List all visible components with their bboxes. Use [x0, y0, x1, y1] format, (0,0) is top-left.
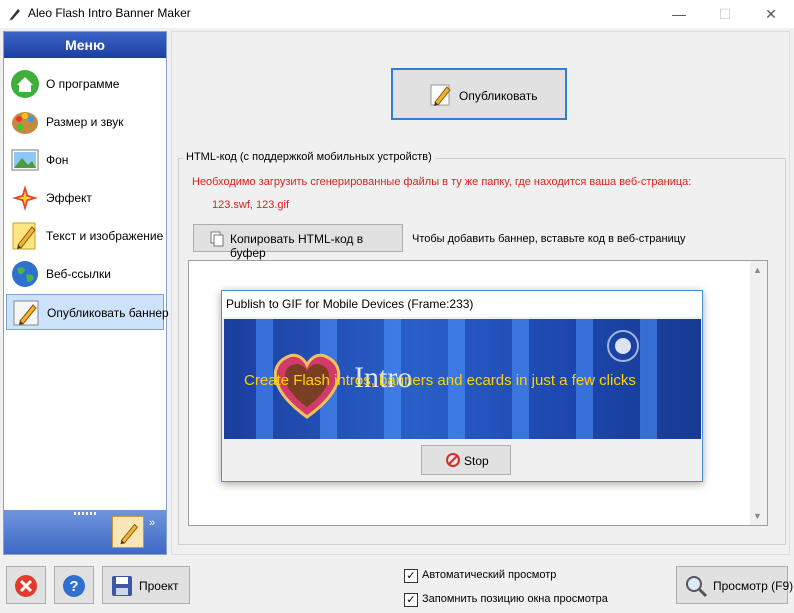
bubble-image [607, 330, 639, 362]
stop-icon [446, 453, 460, 467]
sidebar-menu: Меню О программе Размер и звук Фон Эффек… [3, 31, 169, 555]
resize-grip[interactable] [74, 512, 98, 515]
checkbox-checked-icon: ✓ [404, 569, 418, 583]
dialog-title: Publish to GIF for Mobile Devices (Frame… [226, 297, 474, 311]
banner-caption: Create Flash intros, banners and ecards … [244, 372, 636, 389]
files-list: 123.swf, 123.gif [212, 199, 290, 211]
close-button[interactable]: ✕ [748, 0, 794, 28]
sidebar-item-label: Эффект [46, 191, 92, 205]
globe-icon [12, 261, 38, 287]
stop-button-label: Stop [464, 454, 489, 468]
project-button-label: Проект [139, 579, 179, 593]
preview-button-label: Просмотр (F9) [713, 579, 794, 593]
publish-icon [13, 300, 39, 326]
gif-publish-dialog: Publish to GIF for Mobile Devices (Frame… [221, 290, 703, 482]
sidebar-footer: » [4, 510, 166, 554]
auto-preview-label: Автоматический просмотр [422, 569, 557, 581]
dialog-title-bar: Publish to GIF for Mobile Devices (Frame… [222, 291, 702, 317]
sparkle-icon [12, 185, 38, 211]
scroll-up-icon[interactable]: ▲ [753, 265, 762, 275]
copy-html-button[interactable]: Копировать HTML-код в буфер [193, 224, 403, 260]
sidebar-item-label: Веб-ссылки [46, 267, 111, 281]
sidebar-item-text-image[interactable]: Текст и изображение [6, 218, 164, 254]
palette-icon [12, 112, 38, 134]
save-icon [112, 576, 132, 596]
upload-warning: Необходимо загрузить сгенерированные фай… [192, 176, 692, 188]
stop-button[interactable]: Stop [421, 445, 511, 475]
scroll-down-icon[interactable]: ▼ [753, 511, 762, 521]
copy-html-button-label: Копировать HTML-код в буфер [230, 232, 364, 260]
sidebar-item-background[interactable]: Фон [6, 142, 164, 178]
close-circle-icon [15, 575, 37, 597]
html-code-group-title: HTML-код (с поддержкой мобильных устройс… [183, 151, 435, 163]
magnifier-icon [686, 576, 708, 598]
banner-preview: Intro Create Flash intros, banners and e… [224, 319, 701, 439]
help-icon: ? [63, 575, 85, 597]
sidebar-item-about[interactable]: О программе [6, 66, 164, 102]
sidebar-item-web-links[interactable]: Веб-ссылки [6, 256, 164, 292]
minimize-button[interactable]: — [656, 0, 702, 28]
title-bar: Aleo Flash Intro Banner Maker — ☐ ✕ [0, 0, 794, 28]
app-icon [9, 9, 20, 21]
maximize-button[interactable]: ☐ [702, 0, 748, 28]
preview-button[interactable]: Просмотр (F9) [676, 566, 793, 604]
sidebar-item-label: Размер и звук [46, 115, 124, 129]
sidebar-item-publish-banner[interactable]: Опубликовать баннер [6, 294, 169, 330]
remember-position-label: Запомнить позицию окна просмотра [422, 593, 608, 605]
menu-header: Меню [4, 32, 166, 58]
sidebar-item-effect[interactable]: Эффект [6, 180, 164, 216]
sidebar-item-label: Текст и изображение [46, 229, 164, 243]
publish-button-label: Опубликовать [459, 89, 538, 103]
home-icon [11, 70, 39, 98]
exit-button[interactable] [6, 566, 46, 604]
project-button[interactable]: Проект [102, 566, 190, 604]
window-title: Aleo Flash Intro Banner Maker [28, 6, 191, 20]
copy-hint: Чтобы добавить баннер, вставьте код в ве… [412, 233, 686, 245]
sidebar-item-label: Фон [46, 153, 69, 167]
sidebar-item-label: Опубликовать баннер [47, 306, 169, 320]
bottom-toolbar: ? Проект ✓ Автоматический просмотр ✓ Зап… [0, 558, 794, 613]
svg-text:?: ? [69, 578, 78, 595]
publish-shortcut-icon[interactable] [112, 516, 144, 548]
more-chevron-icon[interactable]: » [149, 518, 155, 529]
image-icon [11, 149, 39, 171]
sidebar-item-label: О программе [46, 77, 120, 91]
publish-button[interactable]: Опубликовать [391, 68, 567, 120]
copy-icon [210, 231, 224, 247]
sidebar-item-size-sound[interactable]: Размер и звук [6, 104, 164, 140]
help-button[interactable]: ? [54, 566, 94, 604]
pencil-icon [430, 84, 451, 106]
code-scrollbar[interactable]: ▲ ▼ [750, 261, 767, 525]
pencil-icon [12, 222, 36, 250]
checkbox-checked-icon: ✓ [404, 593, 418, 607]
